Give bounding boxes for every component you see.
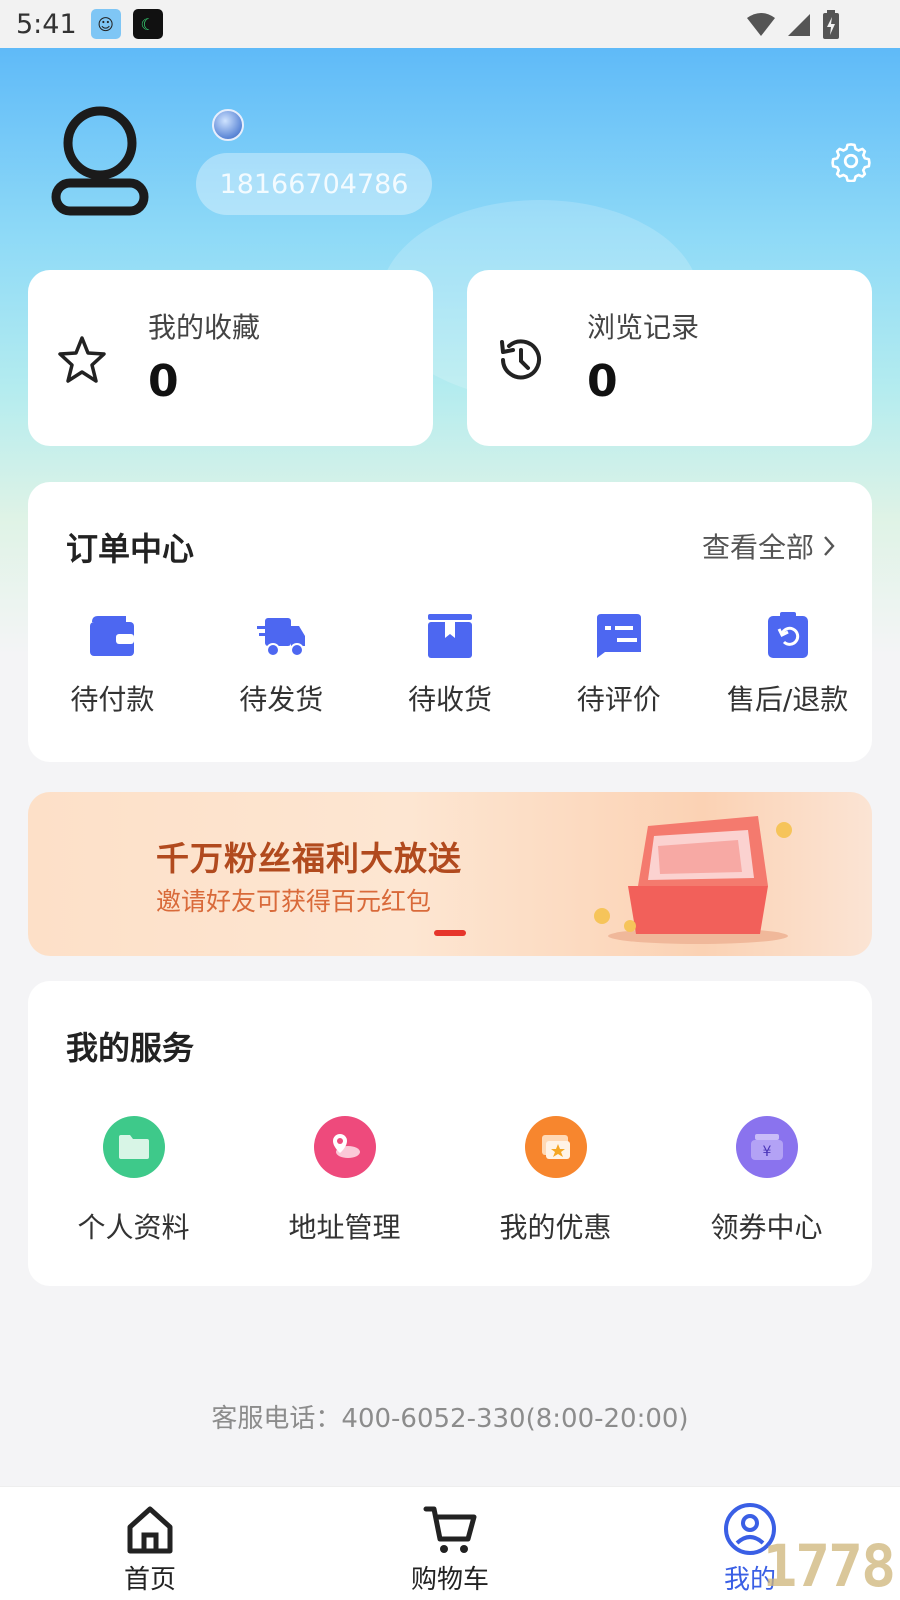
status-indicators — [746, 10, 840, 40]
order-pending-review[interactable]: 待评价 — [534, 612, 703, 718]
view-all-label: 查看全部 — [701, 531, 814, 564]
favorites-card[interactable]: 我的收藏 0 — [28, 270, 433, 446]
order-status-list: 待付款 待发货 待收货 待评价 售后/退款 — [28, 612, 872, 718]
app-notification-icon: ☺ — [90, 9, 121, 39]
service-coupon-center-label: 领券中心 — [710, 1211, 823, 1244]
service-profile-label: 个人资料 — [77, 1211, 190, 1244]
battery-icon — [823, 10, 839, 39]
customer-service-hotline[interactable]: 客服电话：400-6052-330(8:00-20:00) — [0, 1398, 900, 1435]
service-coupon-center[interactable]: ¥ 领券中心 — [661, 1116, 872, 1246]
service-profile[interactable]: 个人资料 — [28, 1116, 239, 1246]
history-count: 0 — [587, 356, 618, 407]
site-watermark: 1778 — [762, 1532, 896, 1600]
sleep-app-icon: ☾ — [132, 9, 163, 39]
avatar-icon[interactable] — [48, 105, 152, 217]
cart-icon — [423, 1506, 477, 1553]
comment-icon — [596, 614, 641, 658]
banner-subtitle: 邀请好友可获得百元红包 — [156, 887, 432, 916]
favorites-count: 0 — [148, 356, 179, 407]
status-bar: 5:41 ☺ ☾ — [0, 0, 900, 48]
banner-title: 千万粉丝福利大放送 — [156, 839, 462, 878]
history-card[interactable]: 浏览记录 0 — [467, 270, 872, 446]
service-address[interactable]: 地址管理 — [239, 1116, 450, 1246]
order-pending-receipt[interactable]: 待收货 — [366, 612, 535, 718]
order-refund[interactable]: 售后/退款 — [703, 612, 872, 718]
history-clock-icon — [500, 339, 541, 380]
ticket-icon — [524, 1116, 587, 1178]
order-refund-label: 售后/退款 — [726, 683, 849, 716]
package-icon — [427, 614, 472, 658]
nav-home-label: 首页 — [123, 1565, 176, 1595]
wifi-icon — [747, 13, 775, 36]
settings-gear-icon[interactable] — [830, 140, 872, 182]
truck-icon — [257, 618, 306, 657]
red-envelope-box-image — [594, 816, 792, 944]
chevron-right-icon — [824, 536, 835, 556]
status-time: 5:41 — [16, 8, 77, 40]
refund-icon — [767, 612, 808, 658]
folder-icon — [102, 1116, 165, 1178]
service-address-label: 地址管理 — [288, 1211, 401, 1244]
wallet-icon — [90, 616, 135, 656]
nav-cart-label: 购物车 — [410, 1565, 489, 1595]
nav-cart[interactable]: 购物车 — [300, 1487, 600, 1600]
phone-number[interactable]: 18166704786 — [196, 153, 432, 215]
signal-icon — [788, 14, 810, 36]
order-pending-receipt-label: 待收货 — [407, 683, 492, 716]
service-list: 个人资料 地址管理 我的优惠 ¥ 领券中心 — [28, 1116, 872, 1246]
service-discounts[interactable]: 我的优惠 — [450, 1116, 661, 1246]
coupon-icon: ¥ — [735, 1116, 798, 1178]
svg-text:¥: ¥ — [762, 1144, 771, 1160]
favorites-label: 我的收藏 — [148, 311, 261, 344]
nav-home[interactable]: 首页 — [0, 1487, 300, 1600]
order-pending-shipment-label: 待发货 — [239, 683, 324, 716]
home-icon — [127, 1506, 173, 1554]
history-label: 浏览记录 — [587, 311, 700, 344]
star-icon — [58, 336, 106, 383]
order-center-title: 订单中心 — [66, 530, 195, 568]
order-pending-shipment[interactable]: 待发货 — [197, 612, 366, 718]
service-discounts-label: 我的优惠 — [499, 1211, 612, 1244]
order-pending-payment-label: 待付款 — [70, 683, 155, 716]
order-center-card: 订单中心 查看全部 待付款 待发货 待收货 待评价 售后/退款 — [28, 482, 872, 762]
carousel-indicator — [434, 930, 466, 936]
member-level-badge — [212, 109, 244, 141]
promo-banner[interactable]: 千万粉丝福利大放送 邀请好友可获得百元红包 — [28, 792, 872, 956]
order-pending-review-label: 待评价 — [576, 683, 661, 716]
my-services-card: 我的服务 个人资料 地址管理 我的优惠 ¥ 领券中心 — [28, 981, 872, 1286]
my-services-title: 我的服务 — [66, 1029, 195, 1067]
map-pin-icon — [313, 1116, 376, 1178]
view-all-orders-link[interactable]: 查看全部 — [702, 526, 836, 566]
order-pending-payment[interactable]: 待付款 — [28, 612, 197, 718]
